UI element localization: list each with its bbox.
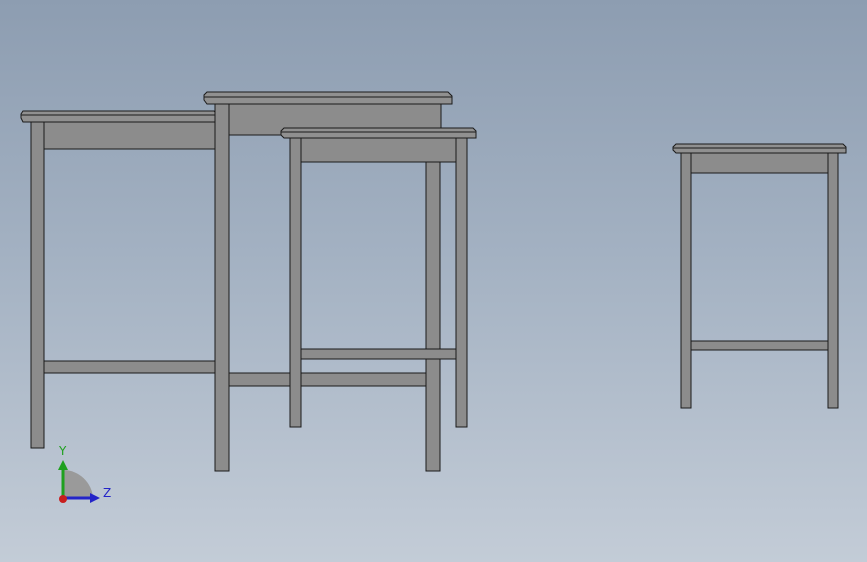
triad-plane-shading: [63, 469, 93, 498]
y-axis-arrowhead-icon: [58, 460, 68, 470]
table-right-leg-left: [680, 152, 692, 409]
table-medium-leg-left: [214, 103, 230, 472]
table-large-leg-left: [30, 121, 45, 449]
table-large-stretcher: [43, 360, 217, 374]
table-small-leg-left: [289, 137, 302, 428]
orientation-triad[interactable]: Y Z: [58, 444, 111, 503]
cad-viewport[interactable]: Y Z: [0, 0, 867, 562]
table-medium-stretcher: [228, 372, 427, 387]
z-axis-label: Z: [103, 486, 111, 500]
table-medium-top: [203, 91, 453, 105]
table-right-leg-right: [827, 152, 839, 409]
table-small-stretcher: [300, 348, 457, 360]
z-axis-arrowhead-icon: [90, 493, 100, 503]
table-right-apron: [680, 152, 839, 174]
table-large-left[interactable]: [20, 110, 222, 449]
x-axis-origin-icon: [59, 495, 67, 503]
table-small-leg-right: [455, 137, 468, 428]
table-small-apron: [289, 137, 468, 163]
table-small-top: [280, 127, 477, 139]
table-right-stretcher: [690, 340, 829, 351]
table-isolated-right[interactable]: [672, 143, 847, 409]
table-large-top: [20, 110, 219, 123]
model-scene[interactable]: Y Z: [0, 0, 867, 562]
table-medium-leg-right: [425, 159, 441, 472]
y-axis-label: Y: [58, 444, 67, 458]
table-large-apron: [30, 121, 222, 150]
